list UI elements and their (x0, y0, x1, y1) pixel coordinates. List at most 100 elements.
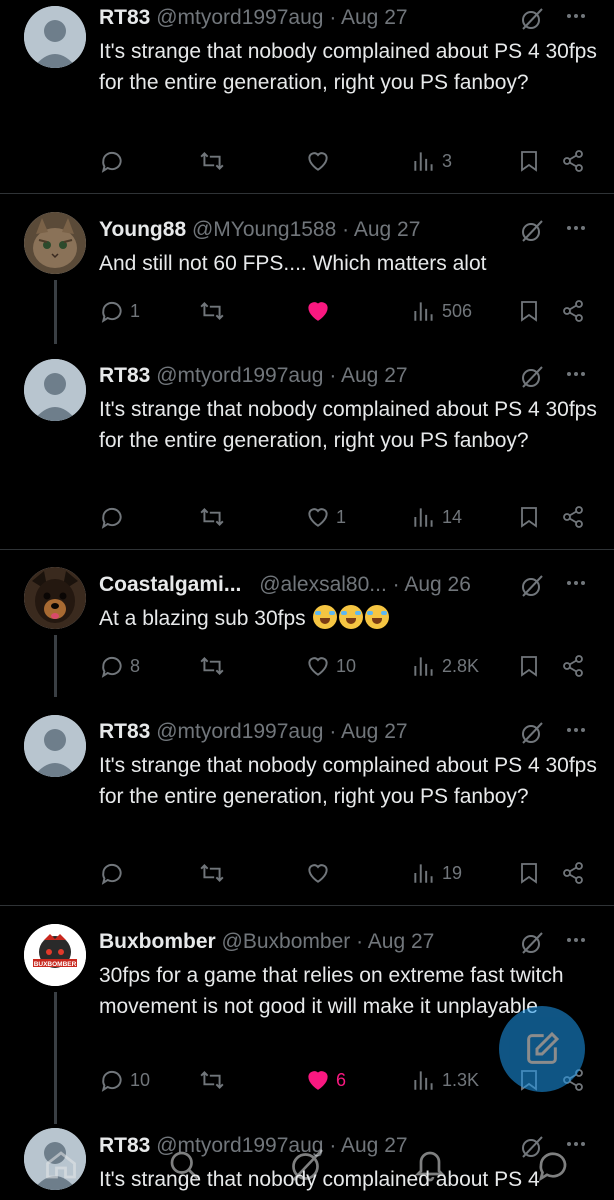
nav-home[interactable] (43, 1147, 79, 1188)
messages-icon (538, 1152, 566, 1182)
nav-search[interactable] (166, 1147, 202, 1188)
retweet-button[interactable] (199, 858, 225, 888)
author-name[interactable]: RT83 (99, 364, 150, 387)
author-handle[interactable]: @Buxbomber (222, 930, 351, 953)
tweet-date[interactable]: Aug 27 (341, 364, 408, 387)
tweet-date[interactable]: Aug 27 (368, 930, 435, 953)
retweet-button[interactable] (199, 296, 225, 326)
grok-icon[interactable] (520, 219, 544, 243)
grok-icon[interactable] (520, 931, 544, 955)
reply-button[interactable] (99, 502, 130, 532)
tweet-date[interactable]: Aug 27 (354, 218, 421, 241)
views-button[interactable]: 3 (411, 146, 452, 176)
share-button[interactable] (561, 651, 585, 681)
grok-icon[interactable] (520, 721, 544, 745)
grok-icon (292, 1149, 323, 1181)
views-icon (414, 508, 433, 527)
grok-icon[interactable] (520, 365, 544, 389)
author-name[interactable]: Buxbomber (99, 930, 216, 953)
nav-messages[interactable] (535, 1147, 571, 1188)
tweet-actions: 19 (99, 858, 594, 888)
tweet[interactable]: Young88 @MYoung1588 · Aug 27 And still n… (0, 212, 614, 347)
bookmark-icon (521, 301, 537, 322)
avatar-dog[interactable] (24, 567, 86, 629)
avatar-default[interactable] (24, 359, 86, 421)
views-count: 3 (442, 150, 453, 171)
like-icon (308, 508, 328, 527)
tweet-date[interactable]: Aug 27 (341, 720, 408, 743)
home-icon (46, 1151, 77, 1179)
like-button[interactable]: 10 (305, 651, 356, 681)
retweet-button[interactable] (199, 651, 225, 681)
more-icon[interactable] (564, 718, 588, 742)
crying-laughing-emoji-icon (313, 605, 338, 629)
reply-button[interactable]: 1 (99, 296, 140, 326)
reply-icon (101, 151, 122, 173)
avatar-buxbomber-logo[interactable]: BUXBOMBER (24, 924, 86, 986)
crying-laughing-emoji-icon (365, 605, 390, 629)
more-icon[interactable] (564, 216, 588, 240)
views-button[interactable]: 1.3K (411, 1065, 479, 1095)
bookmark-button[interactable] (517, 296, 541, 326)
more-icon[interactable] (564, 571, 588, 595)
author-name[interactable]: Coastalgami... (99, 573, 241, 596)
tweet-header: Buxbomber @Buxbomber · Aug 27 (99, 927, 524, 957)
share-button[interactable] (561, 146, 585, 176)
avatar-default[interactable] (24, 715, 86, 777)
author-handle[interactable]: @alexsal80... (259, 573, 387, 596)
like-button[interactable]: 1 (305, 502, 346, 532)
grok-icon[interactable] (520, 7, 544, 31)
more-icon[interactable] (564, 4, 588, 28)
author-handle[interactable]: @mtyord1997aug (156, 364, 323, 387)
nav-grok[interactable] (289, 1147, 325, 1188)
retweet-button[interactable] (199, 1065, 225, 1095)
tweet-date[interactable]: Aug 27 (341, 6, 408, 29)
views-icon (414, 1071, 433, 1090)
reply-button[interactable] (99, 146, 130, 176)
like-button[interactable]: 6 (305, 1065, 346, 1095)
avatar-default[interactable] (24, 6, 86, 68)
bookmark-button[interactable] (517, 502, 541, 532)
grok-icon[interactable] (520, 574, 544, 598)
logo-text: BUXBOMBER (34, 961, 77, 968)
share-button[interactable] (561, 502, 585, 532)
retweet-button[interactable] (199, 502, 225, 532)
reply-button[interactable] (99, 858, 130, 888)
like-button[interactable] (305, 296, 336, 326)
avatar-cat[interactable] (24, 212, 86, 274)
views-button[interactable]: 2.8K (411, 651, 479, 681)
like-button[interactable] (305, 146, 336, 176)
bookmark-icon (521, 656, 537, 677)
bookmark-button[interactable] (517, 651, 541, 681)
views-button[interactable]: 14 (411, 502, 462, 532)
compose-button[interactable] (499, 1006, 585, 1092)
reply-button[interactable]: 10 (99, 1065, 150, 1095)
separator: · (329, 364, 337, 387)
more-icon[interactable] (564, 362, 588, 386)
like-button[interactable] (305, 858, 336, 888)
author-handle[interactable]: @mtyord1997aug (156, 6, 323, 29)
bookmark-button[interactable] (517, 858, 541, 888)
tweet[interactable]: RT83 @mtyord1997aug · Aug 27 It's strang… (0, 0, 614, 192)
share-button[interactable] (561, 858, 585, 888)
author-name[interactable]: RT83 (99, 6, 150, 29)
share-button[interactable] (561, 296, 585, 326)
more-icon[interactable] (564, 928, 588, 952)
author-handle[interactable]: @MYoung1588 (192, 218, 336, 241)
nav-notifications[interactable] (412, 1147, 448, 1188)
tweet-date[interactable]: Aug 26 (404, 573, 471, 596)
tweet[interactable]: RT83 @mtyord1997aug · Aug 27 It's strang… (0, 358, 614, 548)
bookmark-button[interactable] (517, 146, 541, 176)
tweet[interactable]: Coastalgami... @alexsal80... · Aug 26 At… (0, 567, 614, 700)
like-icon (308, 864, 328, 883)
like-icon (308, 657, 328, 676)
views-button[interactable]: 19 (411, 858, 462, 888)
author-name[interactable]: RT83 (99, 720, 150, 743)
crying-laughing-emoji-icon (339, 605, 364, 629)
tweet[interactable]: RT83 @mtyord1997aug · Aug 27 It's strang… (0, 714, 614, 904)
views-button[interactable]: 506 (411, 296, 472, 326)
reply-button[interactable]: 8 (99, 651, 140, 681)
retweet-button[interactable] (199, 146, 225, 176)
author-handle[interactable]: @mtyord1997aug (156, 720, 323, 743)
author-name[interactable]: Young88 (99, 218, 186, 241)
